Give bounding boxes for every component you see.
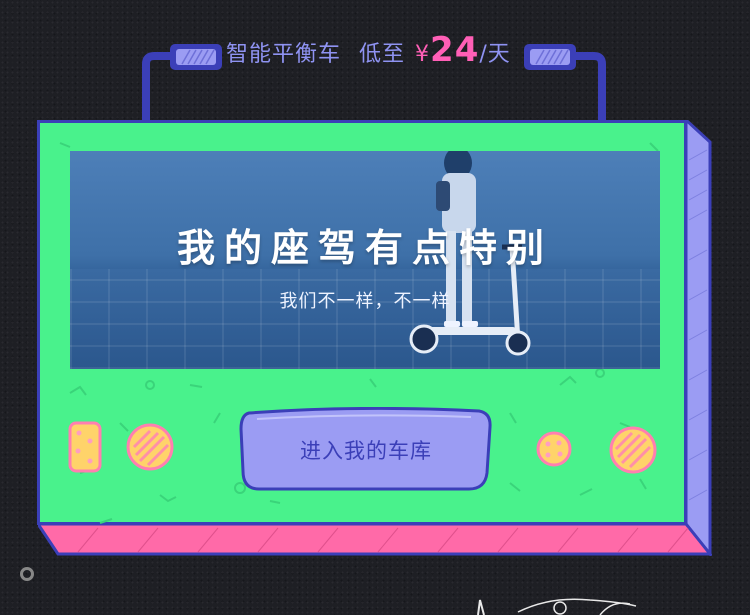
promo-banner: 智能平衡车 低至 ¥ 24 /天 xyxy=(226,30,511,80)
cookie-right-icon xyxy=(609,426,657,474)
right-bolt-plate xyxy=(524,44,576,70)
hero-subtitle: 我们不一样，不一样 xyxy=(279,291,451,312)
scooter-sketch-decoration xyxy=(477,598,637,615)
product-name: 智能平衡车 xyxy=(226,42,342,67)
main-card: 我的座驾有点特别 我们不一样，不一样 进入我的车库 xyxy=(37,120,687,525)
price-value: 24 xyxy=(430,30,480,70)
ring-decoration-icon xyxy=(20,567,34,581)
left-bolt-plate xyxy=(170,44,222,70)
enter-garage-label: 进入我的车库 xyxy=(300,439,432,463)
price-prefix: 低至 xyxy=(359,42,406,67)
price-unit: /天 xyxy=(479,42,511,67)
currency-symbol: ¥ xyxy=(415,42,431,67)
enter-garage-button[interactable]: 进入我的车库 xyxy=(239,407,493,493)
tiled-floor xyxy=(70,269,660,369)
cookie-left-icon xyxy=(126,423,174,471)
cookie-small-icon xyxy=(536,431,572,467)
sponge-decoration-icon xyxy=(68,421,102,473)
hero-title: 我的座驾有点特别 xyxy=(176,226,553,270)
hero-banner-image: 我的座驾有点特别 我们不一样，不一样 xyxy=(70,151,660,369)
